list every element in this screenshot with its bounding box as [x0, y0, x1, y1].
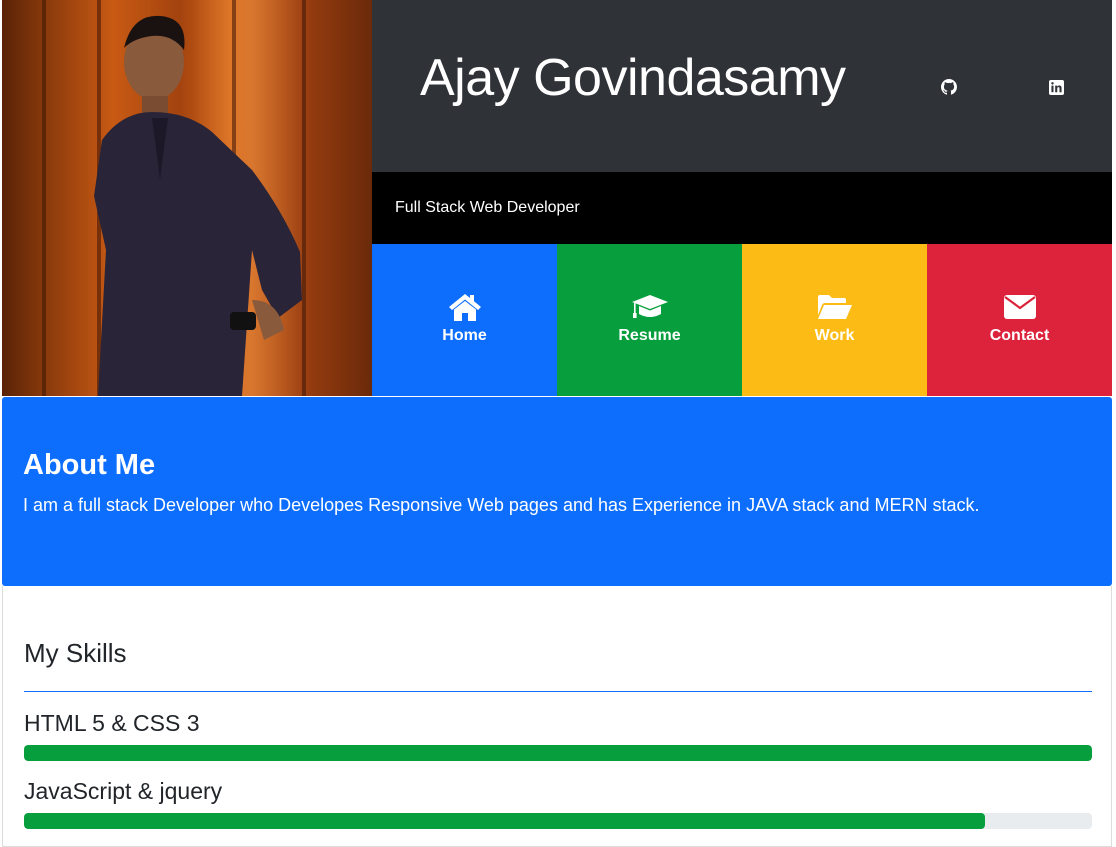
home-icon	[447, 292, 483, 322]
github-link[interactable]	[939, 77, 959, 97]
page: Ajay Govindasamy Full Stack Web Develope…	[2, 0, 1112, 847]
skill-progress-fill	[24, 813, 986, 829]
linkedin-link[interactable]	[1046, 77, 1066, 97]
skills-divider	[24, 691, 1092, 692]
about-text: I am a full stack Developer who Develope…	[23, 495, 980, 515]
graduation-cap-icon	[630, 292, 670, 322]
skill-name: JavaScript & jquery	[24, 778, 223, 804]
folder-open-icon	[816, 292, 854, 322]
skill-progress-fill	[24, 745, 1092, 761]
about-section: About Me I am a full stack Developer who…	[2, 397, 1112, 586]
skill-progress-bar	[24, 745, 1092, 761]
skill-name: HTML 5 & CSS 3	[24, 710, 200, 736]
skills-heading: My Skills	[24, 638, 127, 668]
nav-resume-label: Resume	[618, 327, 681, 344]
profile-header: Ajay Govindasamy Full Stack Web Develope…	[2, 0, 1112, 396]
nav-contact[interactable]: Contact	[927, 244, 1112, 396]
skills-section: My Skills HTML 5 & CSS 3 JavaScript & jq…	[2, 586, 1112, 847]
tagline-bar: Full Stack Web Developer	[372, 172, 1112, 244]
main-nav: Home Resume Work Contact	[372, 244, 1112, 396]
nav-contact-label: Contact	[989, 327, 1050, 344]
nav-work-label: Work	[814, 327, 855, 344]
profile-tagline: Full Stack Web Developer	[395, 199, 580, 216]
nav-work[interactable]: Work	[742, 244, 927, 396]
envelope-icon	[1003, 292, 1037, 322]
about-heading: About Me	[23, 449, 156, 481]
profile-photo	[2, 0, 372, 396]
nav-home-label: Home	[442, 327, 487, 344]
skill-progress-bar	[24, 813, 1092, 829]
nav-home[interactable]: Home	[372, 244, 557, 396]
profile-name: Ajay Govindasamy	[420, 49, 846, 107]
github-icon	[941, 79, 957, 95]
header-title-bar: Ajay Govindasamy	[372, 0, 1112, 172]
linkedin-icon	[1048, 79, 1064, 95]
nav-resume[interactable]: Resume	[557, 244, 742, 396]
